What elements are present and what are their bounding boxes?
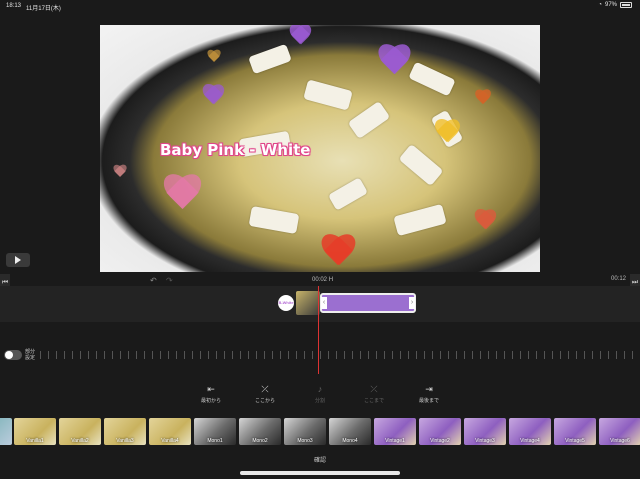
trim-end-icon: ⇥ [425, 384, 433, 394]
current-time-suffix: H [328, 277, 334, 283]
filter-label: Vintage5 [565, 438, 585, 444]
filter-label: Mono4 [342, 438, 358, 444]
tool-label: ここから [254, 398, 275, 404]
video-preview[interactable]: Baby Pink - White [100, 25, 540, 272]
heart-sticker-icon [160, 175, 204, 217]
trim-start-button[interactable]: ⇤ 最初から [196, 384, 226, 404]
status-right: ◔ 97% [598, 2, 632, 8]
playhead[interactable] [318, 286, 319, 374]
status-date: 11月17日(木) [26, 6, 61, 12]
split-button[interactable]: ♪ 分割 [305, 384, 335, 404]
edit-toolbar: ⇤ 最初から ⤫ ここから ♪ 分割 ⤫ ここまで ⇥ 最後まで [0, 384, 640, 408]
heart-sticker-icon [473, 90, 493, 108]
filter-thumb[interactable]: Vintage4 [509, 418, 551, 445]
battery-icon [620, 2, 632, 8]
filter-label: Vintage6 [610, 438, 630, 444]
clip-thumbnail[interactable] [296, 291, 320, 315]
split-to-icon: ⤫ [370, 384, 378, 394]
filter-label: Vanilla4 [161, 438, 179, 444]
confirm-button[interactable]: 確認 [304, 455, 336, 464]
filter-thumb[interactable]: Vintage3 [464, 418, 506, 445]
filter-thumb[interactable]: Vanilla3 [104, 418, 146, 445]
heart-sticker-icon [112, 165, 128, 180]
filter-strip[interactable]: Vanilla1 Vanilla2 Vanilla3 Vanilla4 Mono1 Mon… [0, 418, 640, 445]
heart-sticker-icon [287, 25, 313, 49]
food-piece [347, 100, 391, 140]
filter-label: Mono3 [297, 438, 313, 444]
heart-sticker-icon [472, 210, 498, 234]
current-timecode: 00:02 H [312, 277, 333, 283]
redo-icon[interactable]: ↷ [166, 276, 173, 285]
food-piece [398, 143, 444, 187]
timeline-ruler[interactable] [40, 351, 640, 359]
filter-label: Vintage2 [430, 438, 450, 444]
heart-sticker-icon [432, 120, 462, 148]
food-piece [248, 205, 300, 235]
wifi-icon: ◔ [598, 2, 602, 8]
split-from-icon: ⤫ [261, 384, 269, 394]
filter-thumb[interactable]: Vintage1 [374, 418, 416, 445]
tool-label: 最後まで [418, 398, 439, 404]
heart-sticker-icon [318, 235, 358, 272]
filter-label: Vanilla1 [26, 438, 44, 444]
current-time: 00:02 [312, 277, 328, 283]
filter-thumb-partial[interactable] [0, 418, 12, 445]
filter-label: Vintage1 [385, 438, 405, 444]
filter-thumb[interactable]: Mono3 [284, 418, 326, 445]
food-piece [393, 203, 447, 237]
filter-clip[interactable]: ‹ › [320, 293, 416, 313]
tool-label: 最初から [200, 398, 221, 404]
filter-label: Vanilla2 [71, 438, 89, 444]
battery-percent: 97% [604, 2, 617, 8]
filter-thumb[interactable]: Vanilla4 [149, 418, 191, 445]
clip-left-handle[interactable]: ‹ [321, 297, 327, 309]
status-bar: 18:13 11月17日(木) ◔ 97% [0, 0, 640, 12]
trim-start-icon: ⇤ [207, 384, 215, 394]
clip-marker-badge[interactable]: B-White [278, 295, 294, 311]
filter-label: Vintage3 [475, 438, 495, 444]
food-piece [248, 43, 292, 75]
split-icon: ♪ [317, 384, 323, 394]
filter-thumb[interactable]: Mono1 [194, 418, 236, 445]
home-indicator[interactable] [240, 471, 400, 475]
heart-sticker-icon [206, 50, 222, 65]
split-from-button[interactable]: ⤫ ここから [250, 384, 280, 404]
filter-thumb[interactable]: Vanilla1 [14, 418, 56, 445]
food-piece [327, 177, 369, 211]
undo-icon[interactable]: ↶ [150, 276, 157, 285]
total-duration: 00:12 [610, 276, 626, 282]
filter-label: Mono2 [252, 438, 268, 444]
filter-thumb[interactable]: Vintage6 [599, 418, 640, 445]
video-caption[interactable]: Baby Pink - White [160, 141, 310, 159]
tool-label: 分割 [314, 398, 325, 404]
food-piece [408, 61, 456, 97]
partial-toggle-label: 部分 設定 [25, 349, 36, 361]
filter-thumb[interactable]: Vintage5 [554, 418, 596, 445]
partial-toggle[interactable] [4, 350, 22, 360]
filter-thumb[interactable]: Mono2 [239, 418, 281, 445]
status-time: 18:13 [6, 3, 22, 9]
food-piece [303, 79, 353, 111]
heart-sticker-icon [200, 85, 226, 109]
clip-right-handle[interactable]: › [409, 297, 415, 309]
filter-thumb[interactable]: Vintage2 [419, 418, 461, 445]
filter-label: Vintage4 [520, 438, 540, 444]
heart-sticker-icon [375, 45, 413, 81]
trim-end-button[interactable]: ⇥ 最後まで [414, 384, 444, 404]
tool-label: ここまで [363, 398, 384, 404]
filter-label: Vanilla3 [116, 438, 134, 444]
filter-thumb[interactable]: Mono4 [329, 418, 371, 445]
play-button[interactable] [6, 253, 30, 267]
split-to-button[interactable]: ⤫ ここまで [359, 384, 389, 404]
filter-label: Mono1 [207, 438, 223, 444]
filter-thumb[interactable]: Vanilla2 [59, 418, 101, 445]
